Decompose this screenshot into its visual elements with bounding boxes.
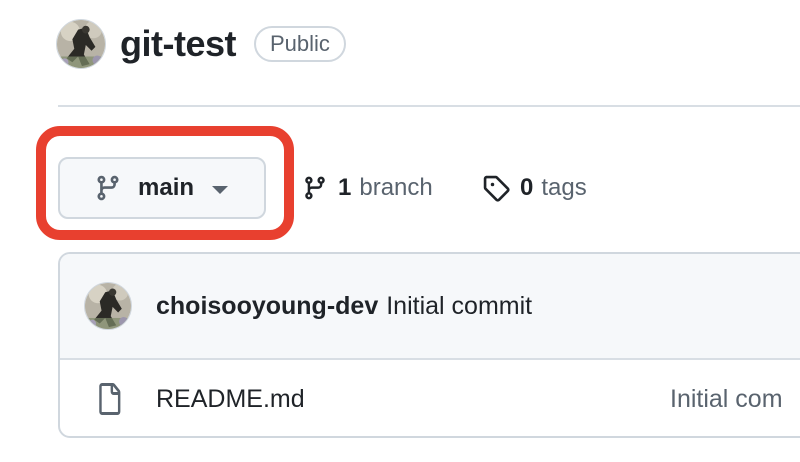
tag-icon <box>482 174 510 202</box>
branch-select-button[interactable]: main <box>58 157 266 219</box>
tags-link[interactable]: 0 tags <box>482 170 587 206</box>
visibility-badge: Public <box>254 26 346 62</box>
chevron-down-icon <box>212 186 229 194</box>
commit-author-link[interactable]: choisooyoung-dev <box>156 292 378 321</box>
commit-message-link[interactable]: Initial commit <box>386 292 532 321</box>
branches-link[interactable]: 1 branch <box>302 170 433 206</box>
git-branch-icon <box>302 175 328 201</box>
file-icon <box>96 383 122 415</box>
latest-commit-row: choisooyoung-dev Initial commit <box>60 254 800 360</box>
file-row[interactable]: README.md Initial com <box>60 360 800 436</box>
branch-count: 1 <box>338 174 352 201</box>
file-name-link[interactable]: README.md <box>156 385 305 414</box>
tag-count: 0 <box>520 174 534 201</box>
file-list: choisooyoung-dev Initial commit README.m… <box>58 252 800 438</box>
file-last-commit-link[interactable]: Initial com <box>670 360 783 436</box>
git-branch-icon <box>94 174 122 202</box>
repo-name[interactable]: git-test <box>120 26 237 62</box>
repo-header: git-test Public <box>56 18 346 70</box>
current-branch-label: main <box>138 174 195 201</box>
author-avatar[interactable] <box>84 282 132 330</box>
tag-count-label: tags <box>541 174 587 201</box>
owner-avatar[interactable] <box>56 19 106 69</box>
header-divider <box>58 105 800 107</box>
repository-page: git-test Public main 1 branch 0 tags cho… <box>0 0 800 462</box>
branch-count-label: branch <box>359 174 433 201</box>
